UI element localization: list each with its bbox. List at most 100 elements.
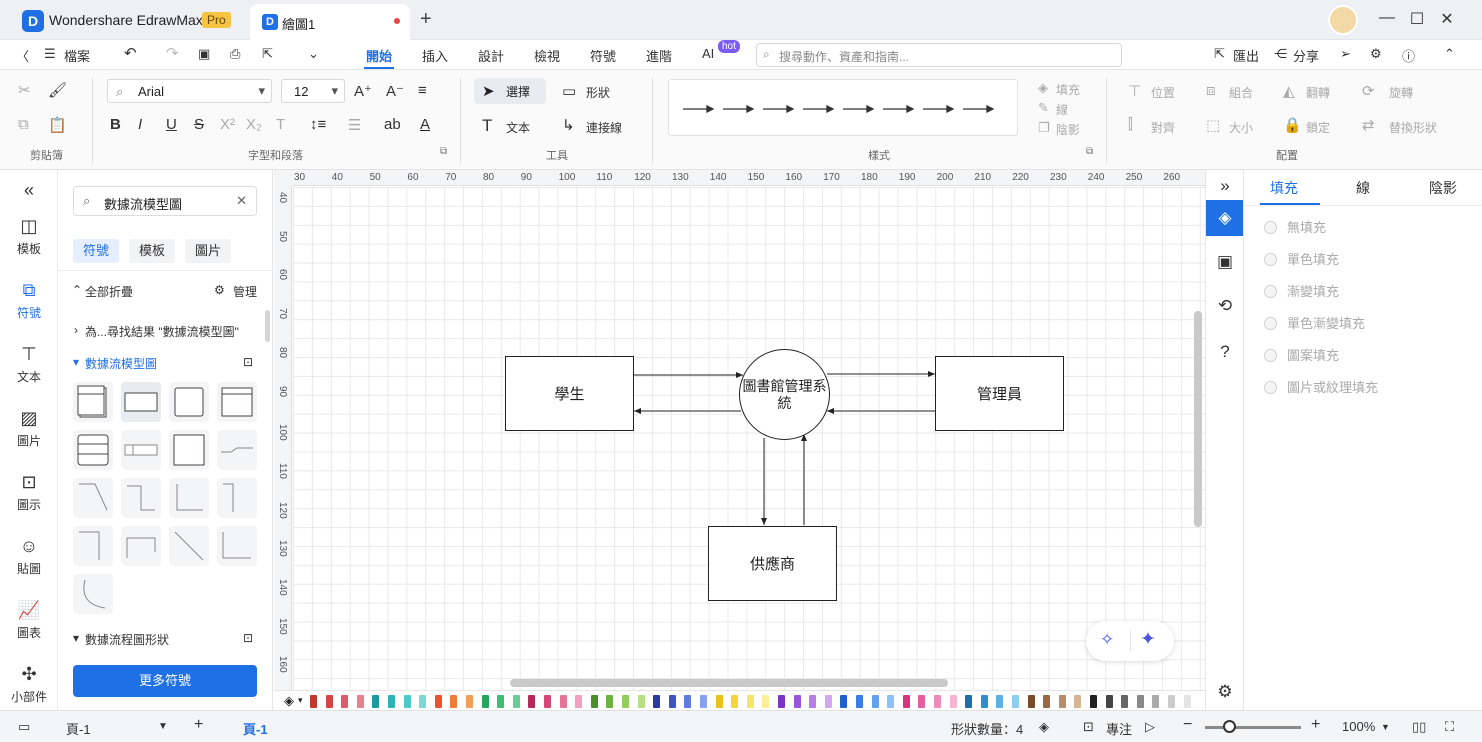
- line-pen-icon[interactable]: ✎: [1038, 100, 1049, 116]
- color-swatch[interactable]: [653, 695, 661, 708]
- color-swatch[interactable]: [778, 695, 785, 708]
- symbol-arc[interactable]: [73, 574, 113, 614]
- share-button[interactable]: 分享: [1293, 46, 1319, 65]
- document-tab[interactable]: D 繪圖1: [250, 4, 410, 40]
- library-tab-templates[interactable]: 模板: [129, 239, 176, 263]
- sidebar-item-images[interactable]: ▨ 圖片: [0, 408, 58, 449]
- color-swatch[interactable]: [871, 695, 879, 708]
- entity-supplier[interactable]: 供應商: [708, 526, 837, 601]
- connector-tool-label[interactable]: 連接線: [586, 119, 622, 136]
- symbol-connector-1[interactable]: [73, 478, 113, 518]
- bold-icon[interactable]: B: [110, 116, 121, 133]
- tab-home[interactable]: 開始: [366, 46, 392, 65]
- settings-gear-icon[interactable]: ⚙: [1206, 682, 1244, 702]
- tab-design[interactable]: 設計: [478, 46, 504, 65]
- expand-panel-icon[interactable]: »: [1206, 176, 1244, 196]
- color-swatch[interactable]: [512, 695, 520, 708]
- chevron-down-icon[interactable]: ▼: [158, 721, 168, 732]
- color-swatch[interactable]: [1090, 695, 1097, 708]
- color-swatch[interactable]: [668, 695, 676, 708]
- color-swatch[interactable]: [949, 695, 957, 708]
- tab-advanced[interactable]: 進階: [646, 46, 672, 65]
- save-icon[interactable]: ▣: [198, 46, 210, 62]
- subscript-icon[interactable]: X₂: [246, 116, 262, 133]
- section-header-dfd[interactable]: 數據流模型圖: [85, 355, 157, 372]
- select-tool-button[interactable]: ➤ 選擇: [474, 78, 546, 104]
- entity-admin[interactable]: 管理員: [935, 356, 1064, 431]
- collapse-ribbon-icon[interactable]: ⌃: [1444, 46, 1455, 62]
- quick-access-more-icon[interactable]: ⌄: [308, 46, 319, 62]
- library-search-input[interactable]: ⌕ 數據流模型圖 ✕: [73, 186, 257, 216]
- shadow-label[interactable]: 陰影: [1056, 121, 1080, 138]
- color-swatch[interactable]: [637, 695, 645, 708]
- hamburger-icon[interactable]: ☰: [44, 46, 56, 62]
- sidebar-item-icons[interactable]: ⊡ 圖示: [0, 472, 58, 513]
- replace-shape-label[interactable]: 替換形狀: [1389, 119, 1437, 136]
- size-icon[interactable]: ⬚: [1206, 116, 1220, 134]
- color-swatch[interactable]: [1136, 695, 1144, 708]
- symbol-connector-6[interactable]: [121, 526, 161, 566]
- fill-option-pattern[interactable]: 圖案填充: [1264, 345, 1339, 364]
- book-icon[interactable]: ▯▯: [1412, 719, 1426, 735]
- color-swatch[interactable]: [575, 695, 583, 708]
- maximize-button[interactable]: ☐: [1407, 9, 1427, 29]
- symbol-3d-entity[interactable]: [73, 382, 113, 422]
- color-swatch[interactable]: [419, 695, 427, 708]
- sidebar-item-text[interactable]: ⊤ 文本: [0, 344, 58, 385]
- fill-label[interactable]: 填充: [1056, 81, 1080, 98]
- position-label[interactable]: 位置: [1151, 84, 1175, 101]
- fill-option-gradient[interactable]: 漸變填充: [1264, 281, 1339, 300]
- text-tool-label[interactable]: 文本: [506, 119, 530, 136]
- presentation-icon[interactable]: ▣: [1206, 252, 1244, 272]
- symbol-rectangle[interactable]: [121, 382, 161, 422]
- align-icon[interactable]: ≡: [418, 82, 427, 99]
- help-icon[interactable]: ?: [1206, 342, 1244, 362]
- library-scrollbar[interactable]: [265, 310, 270, 342]
- symbol-open-store[interactable]: [121, 430, 161, 470]
- color-swatch[interactable]: [902, 695, 910, 708]
- collapse-all-button[interactable]: 全部折疊: [85, 283, 133, 300]
- color-swatch[interactable]: [700, 695, 707, 708]
- color-swatch[interactable]: [746, 695, 754, 708]
- avatar[interactable]: [1328, 5, 1358, 35]
- fullscreen-icon[interactable]: ⛶: [1445, 719, 1454, 735]
- color-swatch[interactable]: [497, 695, 505, 708]
- color-swatch[interactable]: [762, 695, 770, 708]
- flip-label[interactable]: 翻轉: [1306, 84, 1330, 101]
- lock-icon[interactable]: 🔒: [1283, 116, 1302, 134]
- color-swatch[interactable]: [840, 695, 848, 708]
- shadow-icon[interactable]: ❐: [1038, 120, 1050, 136]
- sidebar-item-charts[interactable]: 📈 圖表: [0, 600, 58, 641]
- focus-mode-button[interactable]: 專注: [1106, 719, 1132, 738]
- minimize-button[interactable]: —: [1377, 9, 1397, 27]
- undo-button[interactable]: ↶: [124, 44, 137, 62]
- share-icon[interactable]: ⋲: [1274, 46, 1287, 62]
- search-result-row[interactable]: 為...尋找結果 "數據流模型圖": [85, 323, 239, 340]
- color-swatch[interactable]: [996, 695, 1004, 708]
- font-size-select[interactable]: 12 ▾: [281, 79, 345, 103]
- font-color-icon[interactable]: A: [420, 116, 430, 133]
- tab-line[interactable]: 線: [1356, 178, 1370, 198]
- color-swatch[interactable]: [310, 695, 317, 708]
- color-swatch[interactable]: [1027, 695, 1035, 708]
- focus-icon[interactable]: ⊡: [1083, 719, 1094, 735]
- group-label[interactable]: 組合: [1229, 84, 1253, 101]
- symbol-connector-8[interactable]: [217, 526, 257, 566]
- tab-view[interactable]: 檢視: [534, 46, 560, 65]
- symbol-process-box[interactable]: [217, 382, 257, 422]
- color-swatch[interactable]: [403, 695, 411, 708]
- color-swatch[interactable]: [684, 695, 692, 708]
- color-swatch[interactable]: [622, 695, 629, 708]
- horizontal-scrollbar[interactable]: [510, 679, 948, 687]
- color-swatch[interactable]: [466, 695, 473, 708]
- color-swatch[interactable]: [559, 695, 567, 708]
- zoom-slider-handle[interactable]: [1223, 720, 1236, 733]
- color-swatch[interactable]: [1058, 695, 1066, 708]
- font-family-select[interactable]: ⌕ Arial ▾: [107, 79, 272, 103]
- zoom-out-button[interactable]: −: [1183, 716, 1192, 734]
- align-shapes-icon[interactable]: ⫿: [1128, 116, 1133, 133]
- color-swatch[interactable]: [793, 695, 801, 708]
- collapse-all-icon[interactable]: ⌃: [72, 283, 82, 297]
- color-swatch[interactable]: [341, 695, 349, 708]
- symbol-line[interactable]: [217, 430, 257, 470]
